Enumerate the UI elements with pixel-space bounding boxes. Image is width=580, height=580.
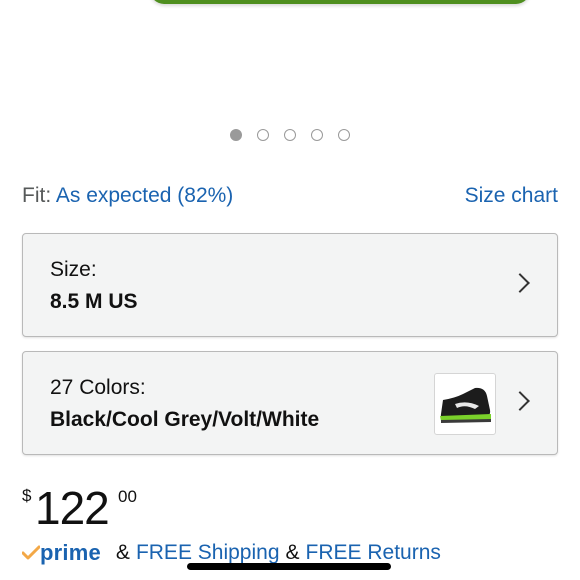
price-currency: $ [22,486,32,505]
ampersand: & [285,541,300,564]
free-shipping-link[interactable]: FREE Shipping [136,541,280,565]
home-indicator[interactable] [187,563,391,570]
product-image[interactable] [150,0,530,4]
carousel-indicator [0,129,580,141]
color-value: Black/Cool Grey/Volt/White [50,408,320,431]
shoe-icon [440,387,491,423]
chevron-right-icon [510,273,530,293]
carousel-dot[interactable] [257,129,269,141]
color-swatch-thumbnail[interactable] [434,373,496,435]
carousel-dot[interactable] [311,129,323,141]
free-returns-link[interactable]: FREE Returns [306,541,441,565]
fit-info: Fit: As expected (82%) [22,184,233,208]
carousel-dot[interactable] [338,129,350,141]
size-chart-link[interactable]: Size chart [465,184,558,208]
size-label: Size: [50,258,97,281]
price-whole: 122 [35,482,110,534]
fit-value-link[interactable]: As expected (82%) [56,184,233,207]
chevron-right-icon [510,391,530,411]
color-count-label: 27 Colors: [50,376,146,399]
prime-label: prime [40,540,101,565]
price-fraction: 00 [118,487,137,506]
carousel-dot[interactable] [230,129,242,141]
fit-label: Fit: [22,184,52,207]
ampersand: & [115,541,130,564]
prime-check-icon [22,545,40,560]
prime-logo: prime [22,540,101,566]
color-selector[interactable]: 27 Colors: Black/Cool Grey/Volt/White [22,351,558,455]
fit-row: Fit: As expected (82%) Size chart [22,182,558,210]
carousel-dot[interactable] [284,129,296,141]
size-value: 8.5 M US [50,290,138,313]
size-selector[interactable]: Size: 8.5 M US [22,233,558,337]
